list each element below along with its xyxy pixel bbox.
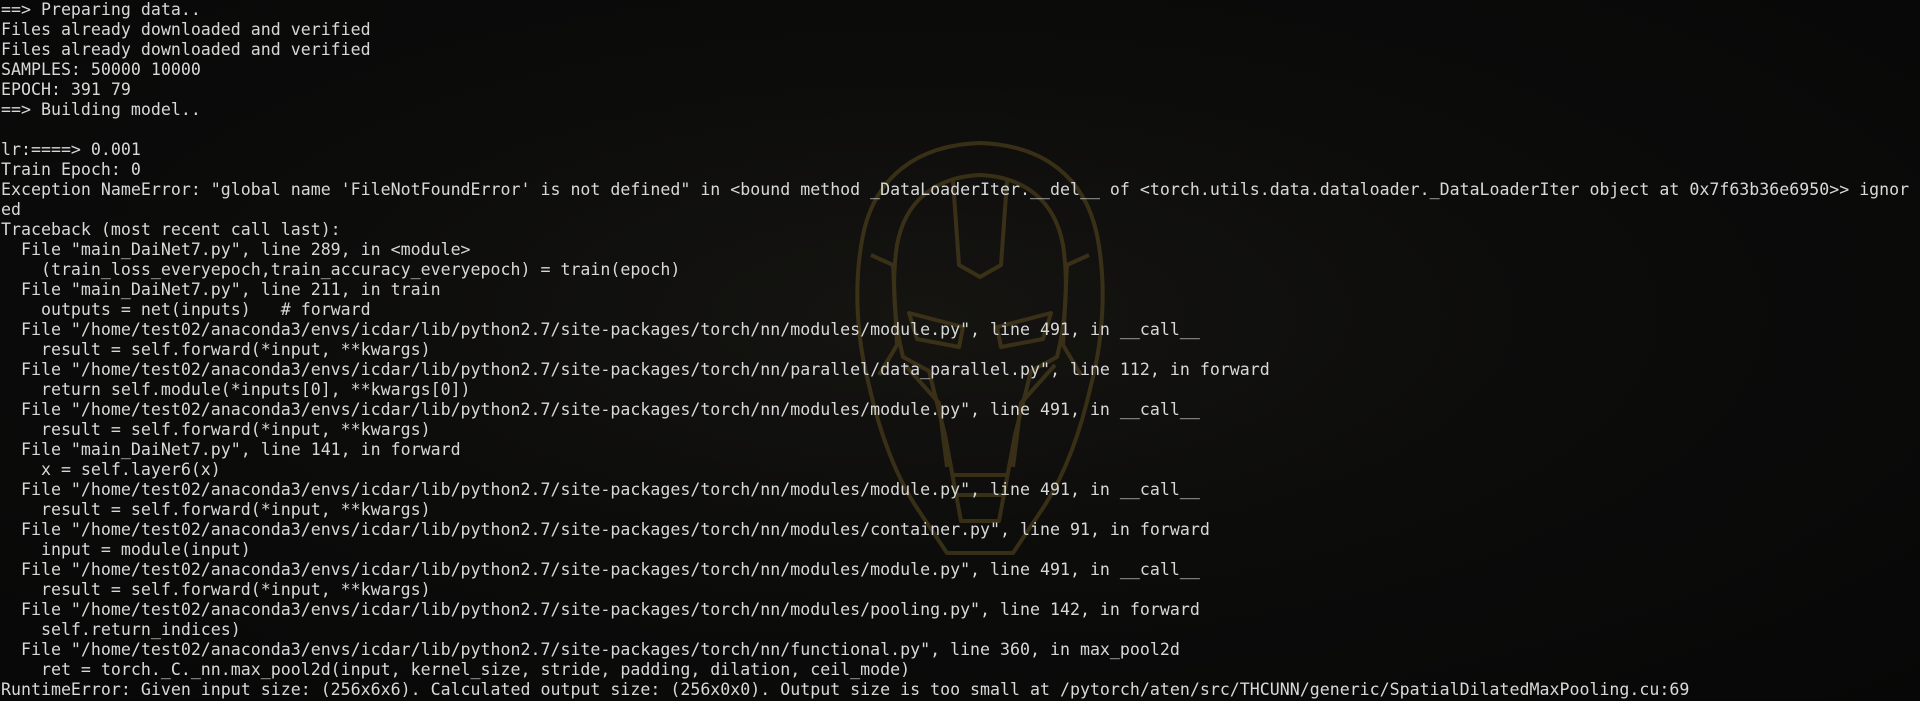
terminal-line: ==> Preparing data.. — [1, 0, 201, 19]
terminal-line: result = self.forward(*input, **kwargs) — [1, 340, 431, 359]
terminal-line: ret = torch._C._nn.max_pool2d(input, ker… — [1, 660, 911, 679]
terminal-line: Files already downloaded and verified — [1, 20, 371, 39]
terminal-line: SAMPLES: 50000 10000 — [1, 60, 201, 79]
terminal-line: File "/home/test02/anaconda3/envs/icdar/… — [1, 560, 1200, 579]
terminal-line: result = self.forward(*input, **kwargs) — [1, 580, 431, 599]
terminal-line: Traceback (most recent call last): — [1, 220, 341, 239]
terminal-line: EPOCH: 391 79 — [1, 80, 131, 99]
terminal-line: input = module(input) — [1, 540, 251, 559]
terminal-line: ed — [1, 200, 21, 219]
terminal-line: self.return_indices) — [1, 620, 241, 639]
terminal-line: RuntimeError: Given input size: (256x6x6… — [1, 680, 1690, 699]
terminal-line: result = self.forward(*input, **kwargs) — [1, 420, 431, 439]
terminal-window[interactable]: ==> Preparing data.. Files already downlo… — [0, 0, 1920, 701]
terminal-line: File "/home/test02/anaconda3/envs/icdar/… — [1, 480, 1200, 499]
terminal-line: File "/home/test02/anaconda3/envs/icdar/… — [1, 640, 1180, 659]
terminal-line: File "/home/test02/anaconda3/envs/icdar/… — [1, 400, 1200, 419]
terminal-line: result = self.forward(*input, **kwargs) — [1, 500, 431, 519]
terminal-line: Files already downloaded and verified — [1, 40, 371, 59]
terminal-line: File "main_DaiNet7.py", line 289, in <mo… — [1, 240, 471, 259]
terminal-line: x = self.layer6(x) — [1, 460, 221, 479]
terminal-line: File "main_DaiNet7.py", line 141, in for… — [1, 440, 461, 459]
terminal-line: File "/home/test02/anaconda3/envs/icdar/… — [1, 320, 1200, 339]
terminal-line: (train_loss_everyepoch,train_accuracy_ev… — [1, 260, 681, 279]
terminal-line: File "main_DaiNet7.py", line 211, in tra… — [1, 280, 441, 299]
terminal-line: lr:====> 0.001 — [1, 140, 141, 159]
terminal-line: File "/home/test02/anaconda3/envs/icdar/… — [1, 520, 1210, 539]
terminal-line: Train Epoch: 0 — [1, 160, 141, 179]
terminal-line: File "/home/test02/anaconda3/envs/icdar/… — [1, 360, 1270, 379]
terminal-line: File "/home/test02/anaconda3/envs/icdar/… — [1, 600, 1200, 619]
terminal-output: ==> Preparing data.. Files already downlo… — [1, 0, 1909, 700]
terminal-line: outputs = net(inputs) # forward — [1, 300, 371, 319]
terminal-line: ==> Building model.. — [1, 100, 201, 119]
terminal-line: Exception NameError: "global name 'FileN… — [1, 180, 1910, 199]
terminal-line: return self.module(*inputs[0], **kwargs[… — [1, 380, 471, 399]
